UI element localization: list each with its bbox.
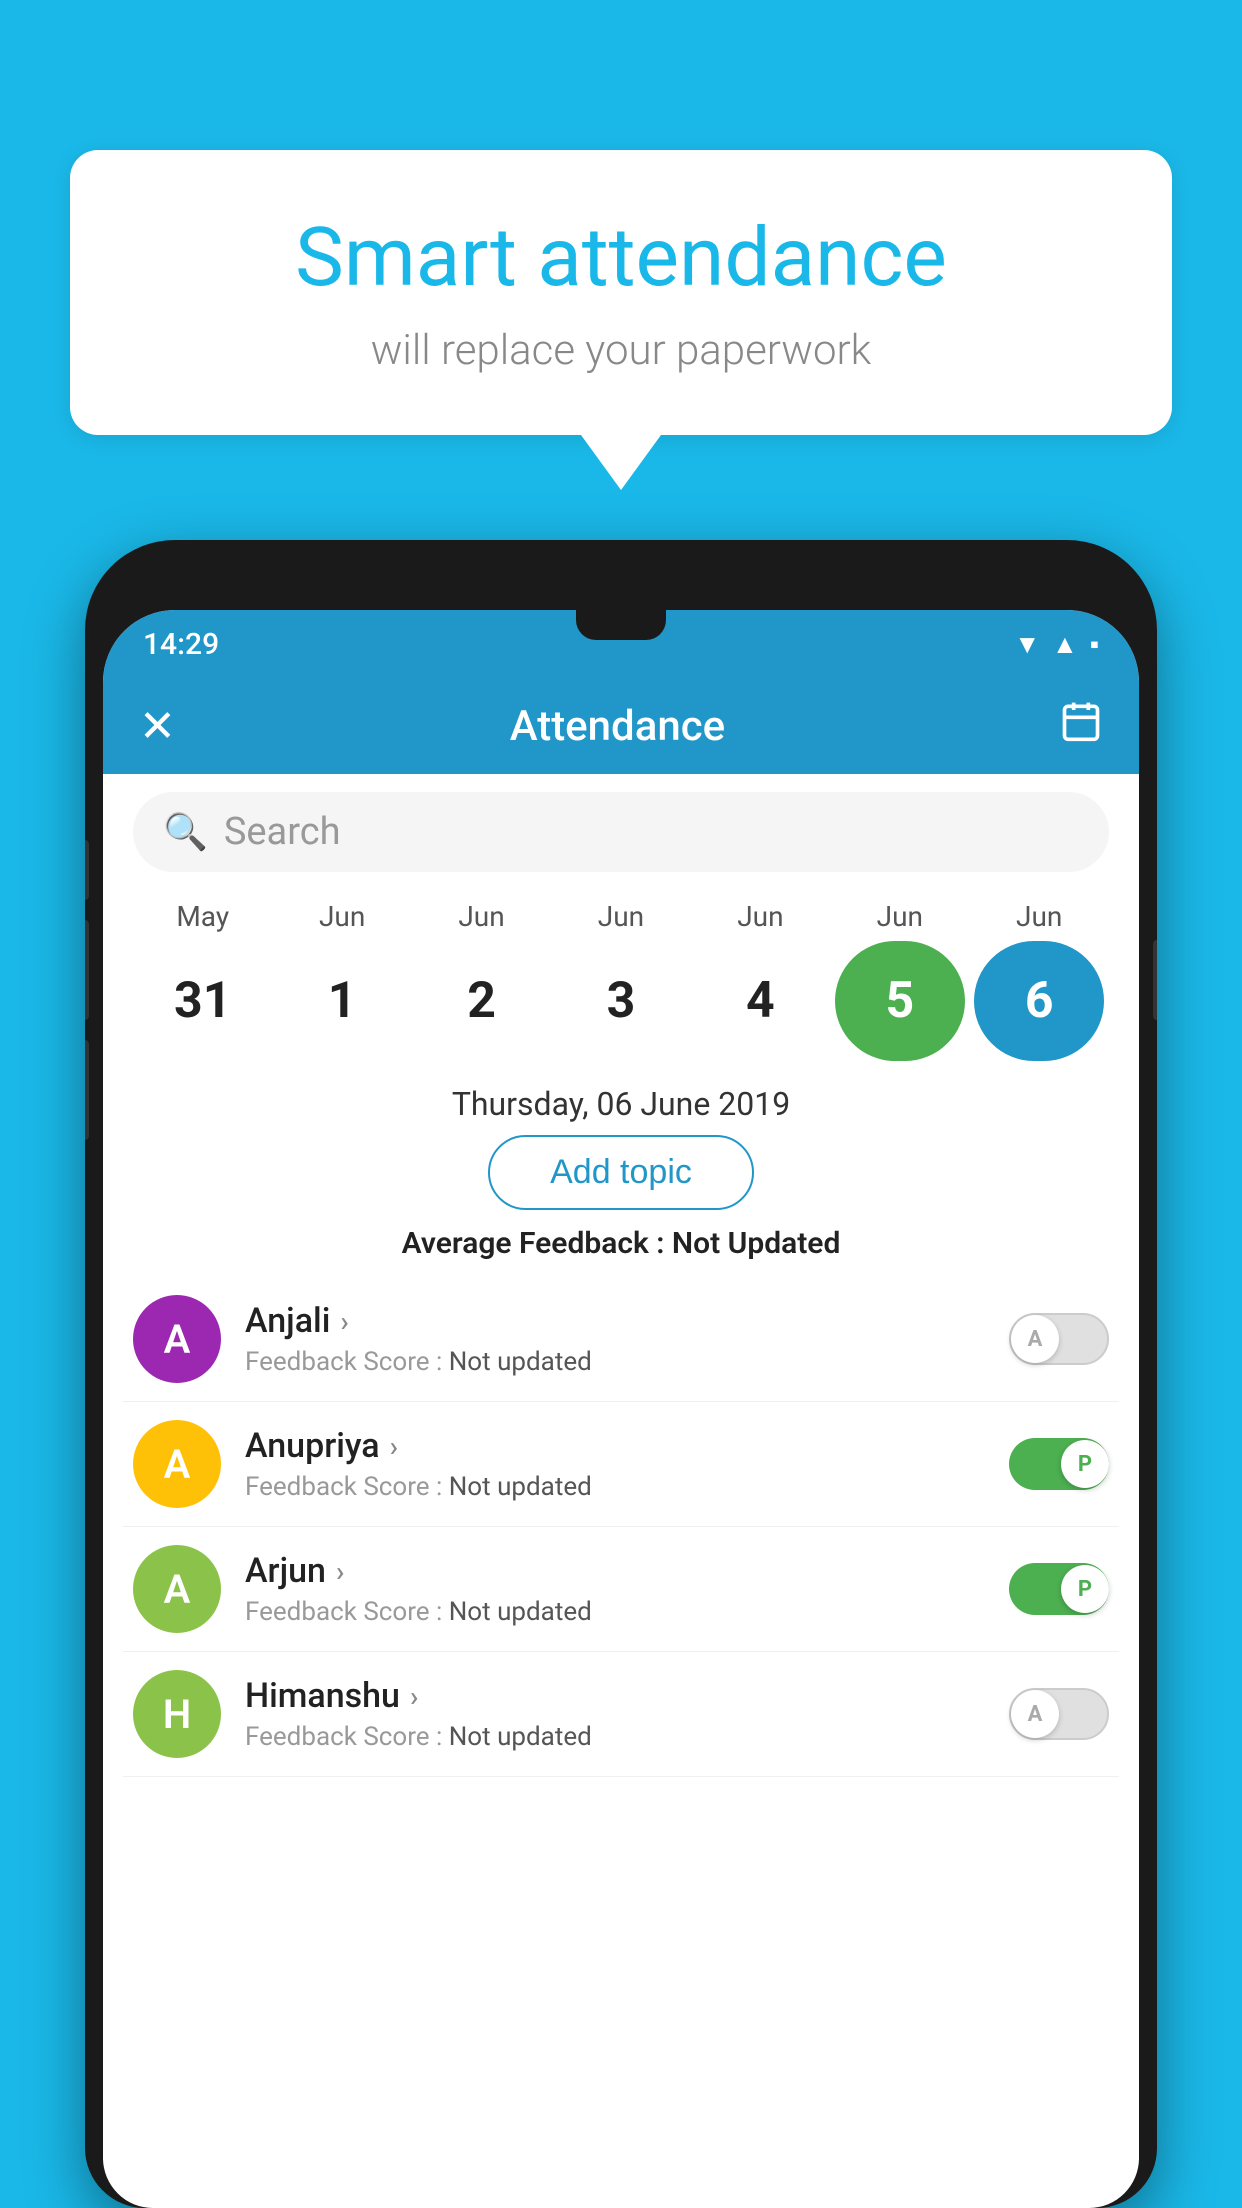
attendance-toggle-anupriya[interactable]: P [1009,1438,1109,1490]
calendar-days-row: 31 1 2 3 4 5 6 [123,933,1119,1069]
search-bar[interactable]: 🔍 Search [133,792,1109,872]
student-item-anjali[interactable]: A Anjali › Feedback Score : Not updated … [123,1277,1119,1402]
speech-bubble-tail [581,435,661,490]
volume-down-button [85,920,89,1020]
toggle-knob-anupriya: P [1061,1440,1109,1488]
cal-day-5[interactable]: 5 [835,941,965,1061]
cal-day-1[interactable]: 1 [277,941,407,1061]
app-bar-title: Attendance [510,702,725,751]
chevron-icon: › [410,1680,418,1713]
student-name-arjun: Arjun › [245,1551,1009,1591]
attendance-toggle-anjali[interactable]: A [1009,1313,1109,1365]
student-info-anupriya: Anupriya › Feedback Score : Not updated [245,1426,1009,1502]
speech-bubble-subtitle: will replace your paperwork [140,326,1102,375]
phone-screen: 14:29 ▼ ▲ ▪ ✕ Attendance 🔍 Se [103,610,1139,2208]
student-name-himanshu: Himanshu › [245,1676,1009,1716]
chevron-icon: › [390,1430,398,1463]
cal-month-6: Jun [974,900,1104,933]
feedback-avg-value: Not Updated [672,1226,840,1261]
cal-month-0: May [138,900,268,933]
silent-button [85,1040,89,1140]
calendar-strip: May Jun Jun Jun Jun Jun Jun 31 1 2 3 4 5… [103,890,1139,1069]
student-feedback-anjali: Feedback Score : Not updated [245,1347,1009,1377]
student-name-anjali: Anjali › [245,1301,1009,1341]
wifi-icon: ▼ [1014,629,1040,660]
student-info-arjun: Arjun › Feedback Score : Not updated [245,1551,1009,1627]
student-avatar-arjun: A [133,1545,221,1633]
cal-day-4[interactable]: 4 [695,941,825,1061]
student-info-himanshu: Himanshu › Feedback Score : Not updated [245,1676,1009,1752]
cal-month-2: Jun [417,900,547,933]
selected-date-label: Thursday, 06 June 2019 [103,1085,1139,1123]
volume-up-button [85,840,89,900]
speech-bubble: Smart attendance will replace your paper… [70,150,1172,435]
student-feedback-arjun: Feedback Score : Not updated [245,1597,1009,1627]
student-item-himanshu[interactable]: H Himanshu › Feedback Score : Not update… [123,1652,1119,1777]
cal-month-1: Jun [277,900,407,933]
toggle-knob-himanshu: A [1011,1690,1059,1738]
calendar-months-row: May Jun Jun Jun Jun Jun Jun [123,900,1119,933]
search-icon: 🔍 [163,811,208,853]
student-list: A Anjali › Feedback Score : Not updated … [103,1277,1139,1777]
cal-day-6[interactable]: 6 [974,941,1104,1061]
attendance-toggle-arjun[interactable]: P [1009,1563,1109,1615]
cal-month-5: Jun [835,900,965,933]
attendance-toggle-himanshu[interactable]: A [1009,1688,1109,1740]
student-item-anupriya[interactable]: A Anupriya › Feedback Score : Not update… [123,1402,1119,1527]
student-info-anjali: Anjali › Feedback Score : Not updated [245,1301,1009,1377]
feedback-avg-label: Average Feedback : [402,1226,672,1261]
student-avatar-anjali: A [133,1295,221,1383]
toggle-knob-anjali: A [1011,1315,1059,1363]
cal-day-2[interactable]: 2 [417,941,547,1061]
student-feedback-himanshu: Feedback Score : Not updated [245,1722,1009,1752]
signal-icon: ▲ [1052,629,1078,660]
student-feedback-anupriya: Feedback Score : Not updated [245,1472,1009,1502]
app-bar: ✕ Attendance [103,678,1139,774]
status-time: 14:29 [143,627,219,662]
phone-frame: 14:29 ▼ ▲ ▪ ✕ Attendance 🔍 Se [85,540,1157,2208]
search-input[interactable]: Search [224,810,1079,854]
add-topic-button[interactable]: Add topic [488,1135,754,1210]
cal-month-4: Jun [695,900,825,933]
power-button [1153,940,1157,1020]
status-icons: ▼ ▲ ▪ [1014,629,1099,660]
toggle-knob-arjun: P [1061,1565,1109,1613]
chevron-icon: › [336,1555,344,1588]
average-feedback: Average Feedback : Not Updated [103,1226,1139,1261]
notch [576,610,666,640]
cal-month-3: Jun [556,900,686,933]
cal-day-3[interactable]: 3 [556,941,686,1061]
student-item-arjun[interactable]: A Arjun › Feedback Score : Not updated P [123,1527,1119,1652]
chevron-icon: › [340,1305,348,1338]
student-avatar-himanshu: H [133,1670,221,1758]
battery-icon: ▪ [1090,629,1099,660]
speech-bubble-container: Smart attendance will replace your paper… [70,150,1172,490]
close-icon[interactable]: ✕ [139,700,176,752]
calendar-icon[interactable] [1059,699,1103,754]
student-avatar-anupriya: A [133,1420,221,1508]
speech-bubble-title: Smart attendance [140,210,1102,306]
cal-day-0[interactable]: 31 [138,941,268,1061]
student-name-anupriya: Anupriya › [245,1426,1009,1466]
